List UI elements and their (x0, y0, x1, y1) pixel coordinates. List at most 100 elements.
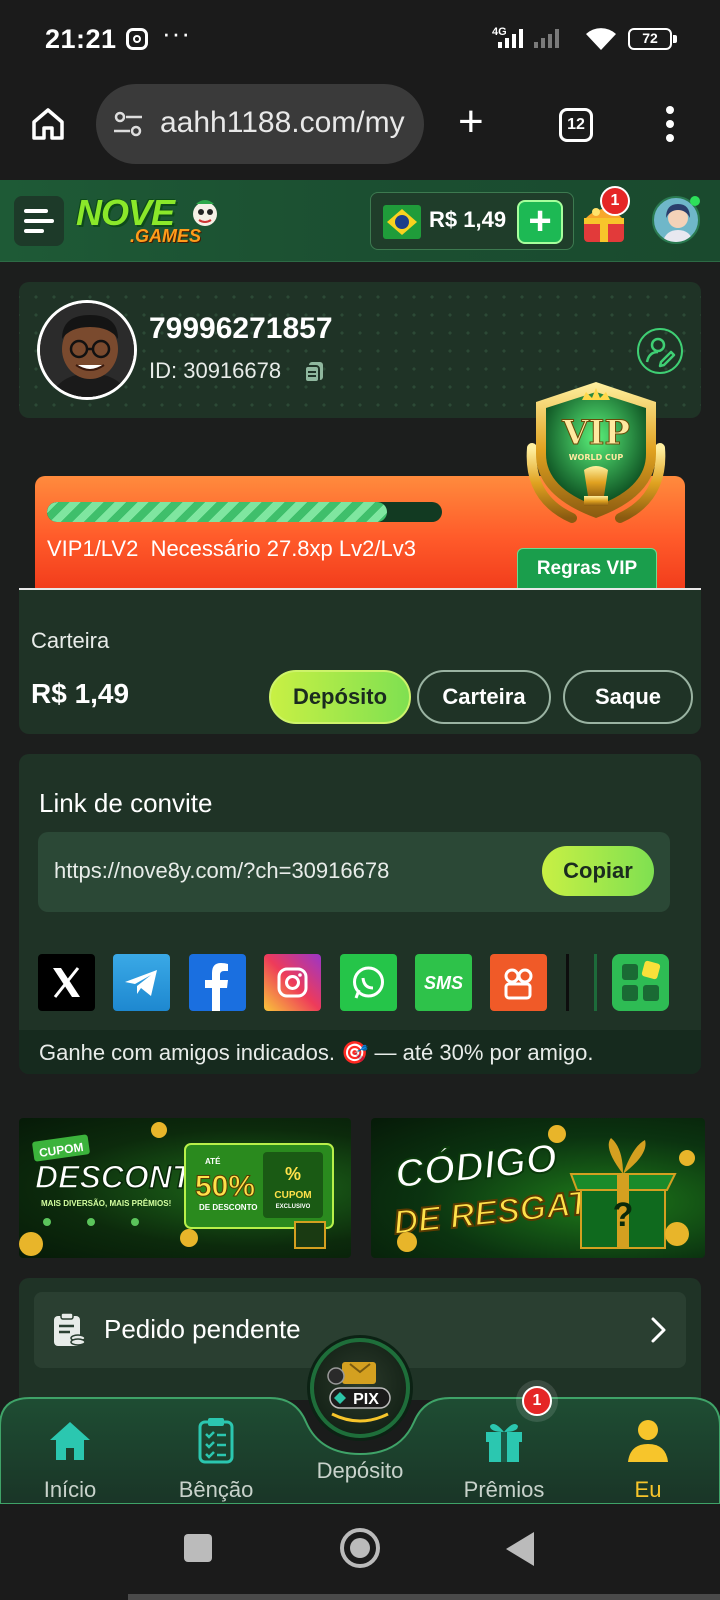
wallet-button[interactable]: Carteira (417, 670, 551, 724)
status-time: 21:21 (45, 24, 117, 54)
coupon-percent-sign: % (285, 1164, 301, 1184)
android-home-button[interactable] (340, 1528, 380, 1568)
wifi-icon (586, 28, 616, 50)
vip-progress-bar (47, 502, 442, 522)
prizes-badge: 1 (522, 1386, 552, 1416)
recent-apps-button[interactable] (184, 1534, 212, 1562)
chevron-right-icon (651, 1317, 666, 1343)
nav-prizes-label: Prêmios (463, 1477, 545, 1502)
gesture-bar (128, 1594, 720, 1600)
profile-id: ID: 30916678 (149, 358, 282, 383)
address-bar[interactable]: aahh1188.com/my (96, 84, 424, 164)
site-logo[interactable]: NOVE .GAMES (76, 192, 228, 252)
vip-progress-fill (47, 502, 387, 522)
vip-badge-title: VIP (561, 413, 630, 453)
edit-profile-icon[interactable] (637, 328, 683, 374)
rewards-badge: 1 (600, 186, 630, 216)
pending-orders-label: Pedido pendente (104, 1314, 301, 1344)
vip-world-cup-badge-icon: VIP WORLD CUP (526, 382, 666, 523)
wallet-label: Carteira (31, 628, 110, 653)
invite-footer-text: Ganhe com amigos indicados. 🎯 — até 30% … (39, 1040, 594, 1065)
main-content: 79996271857 ID: 30916678 VIP1/LV2 Necess… (0, 262, 720, 1400)
telegram-icon[interactable] (113, 954, 170, 1011)
add-funds-button[interactable]: + (517, 200, 563, 244)
home-icon[interactable] (30, 106, 66, 142)
invite-title: Link de convite (39, 788, 213, 818)
pix-deposit-button[interactable]: PIX (310, 1338, 410, 1438)
whatsapp-icon[interactable] (340, 954, 397, 1011)
signal-strength-2-icon (534, 28, 559, 48)
site-settings-icon[interactable] (112, 111, 144, 137)
url-text: aahh1188.com/my (160, 106, 405, 139)
home-nav-icon (50, 1422, 90, 1460)
vip-badge-sub: WORLD CUP (569, 453, 624, 462)
coupon-discount-label: DE DESCONTO (199, 1203, 258, 1212)
clipboard-checklist-icon (198, 1418, 234, 1464)
kwai-icon[interactable] (490, 954, 547, 1011)
coupon-subtitle: MAIS DIVERSÃO, MAIS PRÊMIOS! (41, 1199, 171, 1208)
sms-label: SMS (424, 973, 463, 993)
profile-username: 79996271857 (149, 312, 333, 345)
nav-home-label: Início (43, 1477, 97, 1502)
sms-icon[interactable]: SMS (415, 954, 472, 1011)
coupon-exclusive-label: EXCLUSIVO (276, 1204, 311, 1210)
coupon-coupon-label: CUPOM (274, 1190, 311, 1201)
mystery-question-icon: ? (613, 1196, 634, 1234)
redeem-code-banner[interactable]: CÓDIGO DE RESGATE ? (371, 1118, 705, 1258)
coupon-discount-banner[interactable]: CUPOM DESCONTO MAIS DIVERSÃO, MAIS PRÊMI… (19, 1118, 351, 1258)
instagram-icon[interactable] (264, 954, 321, 1011)
nav-blessing[interactable]: Bênção (156, 1416, 276, 1503)
pix-label: PIX (353, 1391, 379, 1408)
header-balance-amount: R$ 1,49 (429, 207, 507, 232)
user-profile-icon (628, 1420, 668, 1462)
android-navigation-bar (0, 1504, 720, 1600)
vip-rules-button[interactable]: Regras VIP (517, 548, 657, 590)
share-row-divider (566, 954, 569, 1011)
nav-prizes[interactable]: Prêmios (444, 1416, 564, 1503)
nav-me-label: Eu (634, 1477, 662, 1502)
back-button[interactable] (506, 1532, 534, 1566)
copy-link-button[interactable]: Copiar (542, 846, 654, 896)
gift-icon (486, 1424, 522, 1462)
withdraw-button[interactable]: Saque (563, 670, 693, 724)
instagram-notification-icon (126, 28, 148, 50)
nav-home[interactable]: Início (10, 1416, 130, 1503)
nav-deposit[interactable]: Depósito (300, 1458, 420, 1484)
hamburger-menu-button[interactable] (14, 196, 64, 246)
x-twitter-icon[interactable] (38, 954, 95, 1011)
header-balance[interactable]: R$ 1,49 + (370, 192, 574, 250)
nav-deposit-label: Depósito (316, 1458, 404, 1483)
vip-status-text: VIP1/LV2 Necessário 27.8xp Lv2/Lv3 (47, 536, 416, 562)
wallet-card: Carteira R$ 1,49 Depósito Carteira Saque (19, 590, 701, 734)
invite-card: Link de convite https://nove8y.com/?ch=3… (19, 754, 701, 1074)
bottom-navigation: PIX Início Bênção Depósito Prêmios 1 Eu (0, 1338, 720, 1504)
profile-avatar (37, 300, 137, 400)
mascot-icon (193, 200, 217, 226)
more-notifications-icon: ··· (162, 18, 191, 48)
online-status-dot (690, 196, 700, 206)
share-row: SMS (38, 954, 678, 1012)
new-tab-icon[interactable]: + (458, 100, 484, 144)
nav-me[interactable]: Eu (588, 1416, 708, 1503)
battery-icon: 72 (628, 28, 677, 50)
vip-level: VIP1/LV2 (47, 536, 139, 561)
signal-strength-icon (498, 28, 523, 48)
share-row-divider-2 (594, 954, 597, 1011)
brazil-flag-icon (383, 205, 421, 239)
status-bar: 21:21 ··· 4G 72 (0, 0, 720, 80)
more-apps-icon[interactable] (612, 954, 669, 1011)
site-header: NOVE .GAMES R$ 1,49 + 1 (0, 180, 720, 262)
facebook-icon[interactable] (189, 954, 246, 1011)
order-list-icon (54, 1312, 86, 1346)
copy-icon[interactable] (303, 360, 325, 384)
invite-link: https://nove8y.com/?ch=30916678 (54, 858, 390, 883)
deposit-button[interactable]: Depósito (269, 670, 411, 724)
invite-link-box: https://nove8y.com/?ch=30916678 Copiar (38, 832, 670, 912)
browser-menu-icon[interactable] (666, 106, 674, 148)
tab-switcher-button[interactable]: 12 (559, 108, 593, 142)
browser-toolbar: aahh1188.com/my + 12 (0, 80, 720, 180)
vip-requirement: Necessário 27.8xp Lv2/Lv3 (150, 536, 416, 561)
redeem-line1: CÓDIGO (393, 1134, 559, 1197)
coupon-percent: 50% (195, 1170, 255, 1203)
wallet-balance: R$ 1,49 (31, 678, 130, 709)
